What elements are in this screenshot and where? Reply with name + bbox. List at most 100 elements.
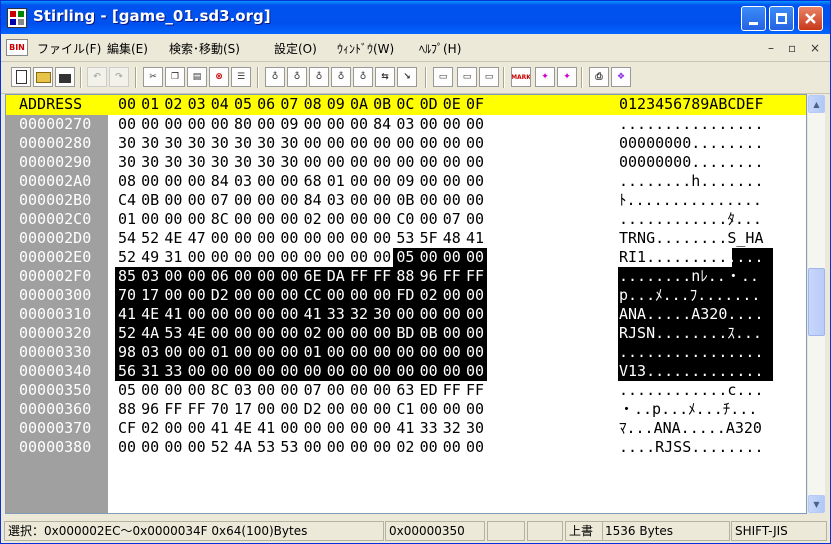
- row-address[interactable]: 00000320: [19, 324, 91, 343]
- hex-byte[interactable]: 03: [233, 381, 253, 400]
- hex-byte[interactable]: BD: [395, 324, 415, 343]
- hex-byte[interactable]: 41: [163, 305, 183, 324]
- hex-byte[interactable]: 5F: [419, 229, 439, 248]
- hex-byte[interactable]: 00: [372, 153, 392, 172]
- hex-byte[interactable]: 00: [233, 286, 253, 305]
- hex-byte[interactable]: 00: [210, 305, 230, 324]
- hex-byte[interactable]: 00: [349, 381, 369, 400]
- row-address[interactable]: 00000300: [19, 286, 91, 305]
- vertical-scrollbar[interactable]: ▲ ▼: [807, 94, 826, 514]
- ascii-text[interactable]: ﾄ...............: [619, 191, 762, 210]
- hex-byte[interactable]: 85: [117, 267, 137, 286]
- hex-byte[interactable]: 00: [303, 438, 323, 457]
- hex-byte[interactable]: 03: [140, 267, 160, 286]
- hex-byte[interactable]: DA: [326, 267, 346, 286]
- hex-byte[interactable]: 03: [395, 115, 415, 134]
- hex-byte[interactable]: 00: [303, 115, 323, 134]
- hex-byte[interactable]: 00: [419, 153, 439, 172]
- hex-byte[interactable]: 02: [419, 286, 439, 305]
- hex-byte[interactable]: 00: [326, 324, 346, 343]
- hex-byte[interactable]: 47: [187, 229, 207, 248]
- encoding-status[interactable]: SHIFT-JIS: [731, 521, 827, 541]
- hex-byte[interactable]: 00: [419, 134, 439, 153]
- hex-byte[interactable]: 30: [210, 134, 230, 153]
- hex-byte[interactable]: 01: [210, 343, 230, 362]
- hex-byte[interactable]: 00: [419, 400, 439, 419]
- menu-search-move[interactable]: 検索･移動(S): [169, 40, 240, 57]
- hex-byte[interactable]: 00: [279, 362, 299, 381]
- hex-byte[interactable]: 00: [419, 362, 439, 381]
- hex-byte[interactable]: 00: [419, 248, 439, 267]
- mdi-close-button[interactable]: ×: [810, 41, 820, 55]
- hex-byte[interactable]: 00: [372, 362, 392, 381]
- hex-byte[interactable]: 00: [349, 172, 369, 191]
- document-icon[interactable]: BIN: [6, 39, 28, 56]
- hex-byte[interactable]: 00: [326, 134, 346, 153]
- ascii-text[interactable]: 00000000........: [619, 134, 764, 153]
- hex-byte[interactable]: 00: [326, 400, 346, 419]
- close-button[interactable]: [798, 6, 823, 31]
- hex-byte[interactable]: 00: [163, 115, 183, 134]
- hex-byte[interactable]: 00: [419, 343, 439, 362]
- hex-byte[interactable]: 88: [117, 400, 137, 419]
- ascii-text[interactable]: ....RJSS........: [619, 438, 764, 457]
- hex-byte[interactable]: 00: [256, 305, 276, 324]
- cut-button[interactable]: ✂: [143, 67, 163, 87]
- hex-byte[interactable]: 00: [256, 286, 276, 305]
- ascii-text[interactable]: ・..p...ﾒ...ﾁ...: [619, 400, 757, 419]
- hex-byte[interactable]: 52: [210, 438, 230, 457]
- hex-byte[interactable]: FF: [372, 267, 392, 286]
- print-button[interactable]: ⎙: [589, 67, 609, 87]
- hex-byte[interactable]: 00: [442, 286, 462, 305]
- hex-byte[interactable]: 00: [233, 191, 253, 210]
- delete-button[interactable]: ⊗: [209, 67, 229, 87]
- hex-byte[interactable]: 09: [279, 115, 299, 134]
- hex-byte[interactable]: 00: [279, 305, 299, 324]
- hex-byte[interactable]: 33: [163, 362, 183, 381]
- hex-byte[interactable]: 30: [279, 134, 299, 153]
- hex-byte[interactable]: 07: [210, 191, 230, 210]
- hex-byte[interactable]: 00: [419, 191, 439, 210]
- hex-byte[interactable]: 00: [140, 381, 160, 400]
- hex-byte[interactable]: 00: [465, 191, 485, 210]
- hex-byte[interactable]: 31: [140, 362, 160, 381]
- hex-byte[interactable]: 00: [442, 172, 462, 191]
- hex-byte[interactable]: 01: [117, 210, 137, 229]
- ascii-text[interactable]: ............c...: [619, 381, 764, 400]
- hex-byte[interactable]: 4E: [187, 324, 207, 343]
- ascii-text[interactable]: ........nﾚ..・..: [619, 267, 759, 286]
- hex-byte[interactable]: 00: [256, 248, 276, 267]
- hex-byte[interactable]: 07: [303, 381, 323, 400]
- hex-byte[interactable]: 00: [372, 248, 392, 267]
- hex-byte[interactable]: 00: [233, 210, 253, 229]
- hex-byte[interactable]: 41: [303, 305, 323, 324]
- hex-byte[interactable]: FF: [465, 267, 485, 286]
- hex-byte[interactable]: 4E: [140, 305, 160, 324]
- hex-byte[interactable]: 17: [140, 286, 160, 305]
- hex-byte[interactable]: 00: [465, 343, 485, 362]
- hex-byte[interactable]: 30: [163, 153, 183, 172]
- hex-byte[interactable]: 00: [256, 115, 276, 134]
- hex-byte[interactable]: 6E: [303, 267, 323, 286]
- hex-byte[interactable]: 41: [210, 419, 230, 438]
- hex-byte[interactable]: 00: [210, 324, 230, 343]
- hex-byte[interactable]: 00: [256, 400, 276, 419]
- ascii-text[interactable]: p...ﾒ...ﾌ.......: [619, 286, 760, 305]
- hex-byte[interactable]: 00: [279, 248, 299, 267]
- hex-byte[interactable]: 00: [279, 286, 299, 305]
- hex-byte[interactable]: 00: [349, 400, 369, 419]
- row-address[interactable]: 00000350: [19, 381, 91, 400]
- ascii-text[interactable]: V13.............: [619, 362, 764, 381]
- hex-byte[interactable]: 09: [395, 172, 415, 191]
- hex-byte[interactable]: 63: [395, 381, 415, 400]
- hex-byte[interactable]: 00: [140, 172, 160, 191]
- hex-byte[interactable]: 30: [117, 134, 137, 153]
- hex-byte[interactable]: 52: [140, 229, 160, 248]
- scroll-up-button[interactable]: ▲: [808, 95, 825, 113]
- hex-byte[interactable]: 00: [372, 229, 392, 248]
- hex-byte[interactable]: 00: [465, 153, 485, 172]
- hex-byte[interactable]: 00: [442, 343, 462, 362]
- hex-byte[interactable]: 00: [349, 134, 369, 153]
- hex-byte[interactable]: 00: [442, 324, 462, 343]
- mark-button[interactable]: MARK: [511, 67, 531, 87]
